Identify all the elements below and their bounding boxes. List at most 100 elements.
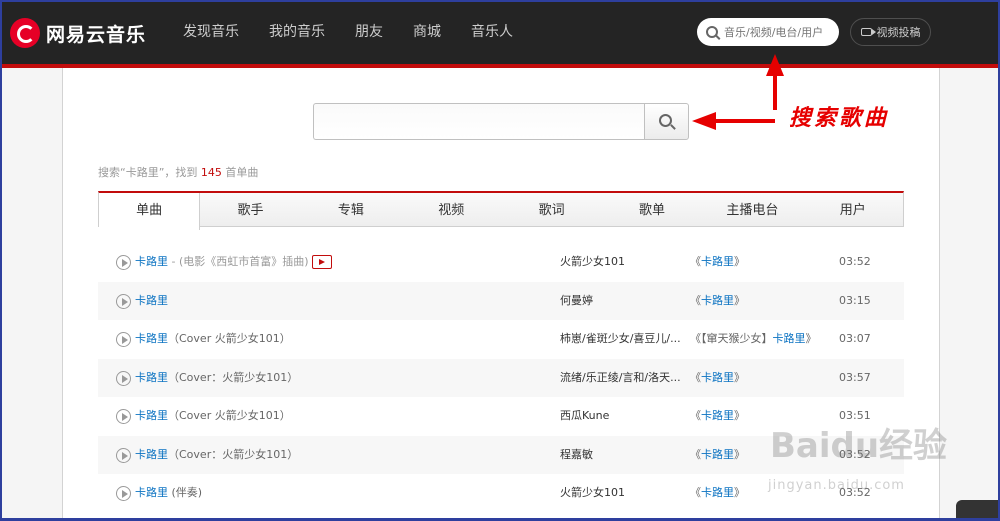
song-name-link[interactable]: 卡路里: [135, 371, 168, 384]
song-name-link[interactable]: 卡路里: [135, 448, 168, 461]
nav-item-friends[interactable]: 朋友: [340, 0, 398, 64]
tab-videos[interactable]: 视频: [401, 193, 501, 226]
song-artist[interactable]: 柿崽/雀斑少女/喜豆儿/...: [560, 320, 685, 359]
album-suffix: 》: [734, 255, 745, 268]
top-nav-bar: 网易云音乐 发现音乐 我的音乐 朋友 商城 音乐人 视频投稿: [0, 0, 1000, 64]
tab-lyrics[interactable]: 歌词: [502, 193, 602, 226]
result-summary: 搜索“卡路里”，找到 145 首单曲: [98, 164, 258, 180]
song-artist[interactable]: 火箭少女101: [560, 243, 685, 282]
tab-albums[interactable]: 专辑: [301, 193, 401, 226]
song-extra: - (电影《西虹市首富》插曲): [168, 255, 309, 268]
song-artist[interactable]: 流绪/乐正绫/言和/洛天...: [560, 359, 685, 398]
song-duration: 03:15: [839, 293, 871, 307]
song-name-link[interactable]: 卡路里: [135, 486, 168, 499]
video-upload-button[interactable]: 视频投稿: [850, 18, 931, 46]
song-name-link[interactable]: 卡路里: [135, 294, 168, 307]
song-album[interactable]: 《卡路里》: [690, 436, 745, 475]
album-name: 卡路里: [701, 409, 734, 422]
album-name: 卡路里: [701, 255, 734, 268]
album-suffix: 》: [805, 332, 817, 345]
song-name-link[interactable]: 卡路里: [135, 409, 168, 422]
song-album[interactable]: 《【窜天猴少女】卡路里》: [690, 320, 817, 359]
song-artist[interactable]: 火箭少女101: [560, 474, 685, 513]
nav-item-my-music[interactable]: 我的音乐: [254, 0, 340, 64]
play-icon[interactable]: [116, 255, 131, 270]
result-count: 145: [200, 166, 222, 179]
play-icon[interactable]: [116, 332, 131, 347]
play-icon[interactable]: [116, 486, 131, 501]
song-title: 卡路里 (伴奏): [135, 474, 202, 513]
tab-songs[interactable]: 单曲: [99, 193, 201, 230]
song-extra: （Cover：火箭少女101）: [168, 370, 299, 384]
baidu-watermark: Baidu经验: [770, 426, 948, 466]
top-search-box[interactable]: [697, 18, 839, 46]
feedback-corner-tab[interactable]: [956, 500, 1000, 521]
main-search-input[interactable]: [313, 103, 644, 140]
mv-icon[interactable]: [311, 255, 332, 269]
song-artist[interactable]: 程嘉敏: [560, 436, 685, 475]
album-suffix: 》: [734, 447, 745, 461]
song-album[interactable]: 《卡路里》: [690, 474, 745, 513]
album-prefix: 《: [690, 486, 701, 499]
song-album[interactable]: 《卡路里》: [690, 243, 745, 282]
video-camera-icon: [860, 28, 876, 36]
album-name: 卡路里: [701, 486, 734, 499]
netease-music-icon: [10, 18, 40, 48]
song-album[interactable]: 《卡路里》: [690, 282, 745, 321]
top-search-input[interactable]: [724, 25, 834, 39]
song-duration: 03:07: [839, 332, 871, 345]
brand-logo[interactable]: 网易云音乐: [10, 18, 146, 48]
result-summary-suffix: 首单曲: [221, 166, 259, 179]
song-title: 卡路里（Cover：火箭少女101）: [135, 359, 298, 398]
nav-item-discover[interactable]: 发现音乐: [168, 0, 254, 64]
tab-users[interactable]: 用户: [803, 193, 903, 226]
nav-item-store[interactable]: 商城: [398, 0, 456, 64]
album-prefix: 《: [690, 409, 701, 422]
tab-playlists[interactable]: 歌单: [602, 193, 702, 226]
song-album[interactable]: 《卡路里》: [690, 359, 745, 398]
album-prefix: 《: [690, 447, 701, 461]
tab-radio[interactable]: 主播电台: [702, 193, 802, 226]
main-search-bar: [313, 103, 689, 140]
tab-artists[interactable]: 歌手: [200, 193, 300, 226]
album-suffix: 》: [734, 293, 745, 307]
song-extra: （Cover：火箭少女101）: [168, 447, 299, 461]
song-title: 卡路里（Cover：火箭少女101）: [135, 436, 298, 475]
song-title: 卡路里: [135, 282, 168, 321]
album-prefix: 《: [690, 255, 701, 268]
main-search-button[interactable]: [644, 103, 689, 140]
song-name-link[interactable]: 卡路里: [135, 255, 168, 268]
play-icon[interactable]: [116, 409, 131, 424]
play-icon[interactable]: [116, 293, 131, 309]
annotation-label: 搜索歌曲: [789, 106, 890, 131]
song-extra: （Cover 火箭少女101）: [168, 409, 291, 422]
song-artist[interactable]: 何曼婷: [560, 282, 685, 321]
play-icon[interactable]: [116, 447, 131, 463]
album-name: 卡路里: [701, 370, 734, 384]
album-prefix: 《: [690, 293, 701, 307]
album-suffix: 》: [734, 486, 745, 499]
baidu-watermark-url: jingyan.baidu.com: [768, 478, 905, 493]
song-row: 卡路里 何曼婷 《卡路里》 03:15: [98, 281, 904, 321]
album-suffix: 》: [734, 370, 745, 384]
song-title: 卡路里 - (电影《西虹市首富》插曲): [135, 243, 332, 282]
song-extra: （Cover 火箭少女101）: [168, 332, 291, 345]
song-name-link[interactable]: 卡路里: [135, 332, 168, 345]
nav-item-musicians[interactable]: 音乐人: [456, 0, 528, 64]
song-album[interactable]: 《卡路里》: [690, 397, 745, 436]
video-upload-label: 视频投稿: [876, 26, 921, 39]
song-title: 卡路里（Cover 火箭少女101）: [135, 320, 291, 359]
song-duration: 03:57: [839, 370, 871, 384]
album-name: 卡路里: [701, 293, 734, 307]
song-artist[interactable]: 西瓜Kune: [560, 397, 685, 436]
album-name: 卡路里: [772, 332, 806, 345]
song-row: 卡路里（Cover 火箭少女101） 柿崽/雀斑少女/喜豆儿/... 《【窜天猴…: [98, 320, 904, 359]
play-icon[interactable]: [116, 370, 131, 386]
song-list: 卡路里 - (电影《西虹市首富》插曲) 火箭少女101 《卡路里》 03:52 …: [98, 243, 904, 513]
album-suffix: 》: [734, 409, 745, 422]
brand-name: 网易云音乐: [46, 23, 147, 46]
search-icon: [659, 114, 672, 127]
album-prefix: 《: [690, 370, 701, 384]
song-row: 卡路里 - (电影《西虹市首富》插曲) 火箭少女101 《卡路里》 03:52: [98, 243, 904, 282]
song-row: 卡路里（Cover：火箭少女101） 流绪/乐正绫/言和/洛天... 《卡路里》…: [98, 358, 904, 398]
